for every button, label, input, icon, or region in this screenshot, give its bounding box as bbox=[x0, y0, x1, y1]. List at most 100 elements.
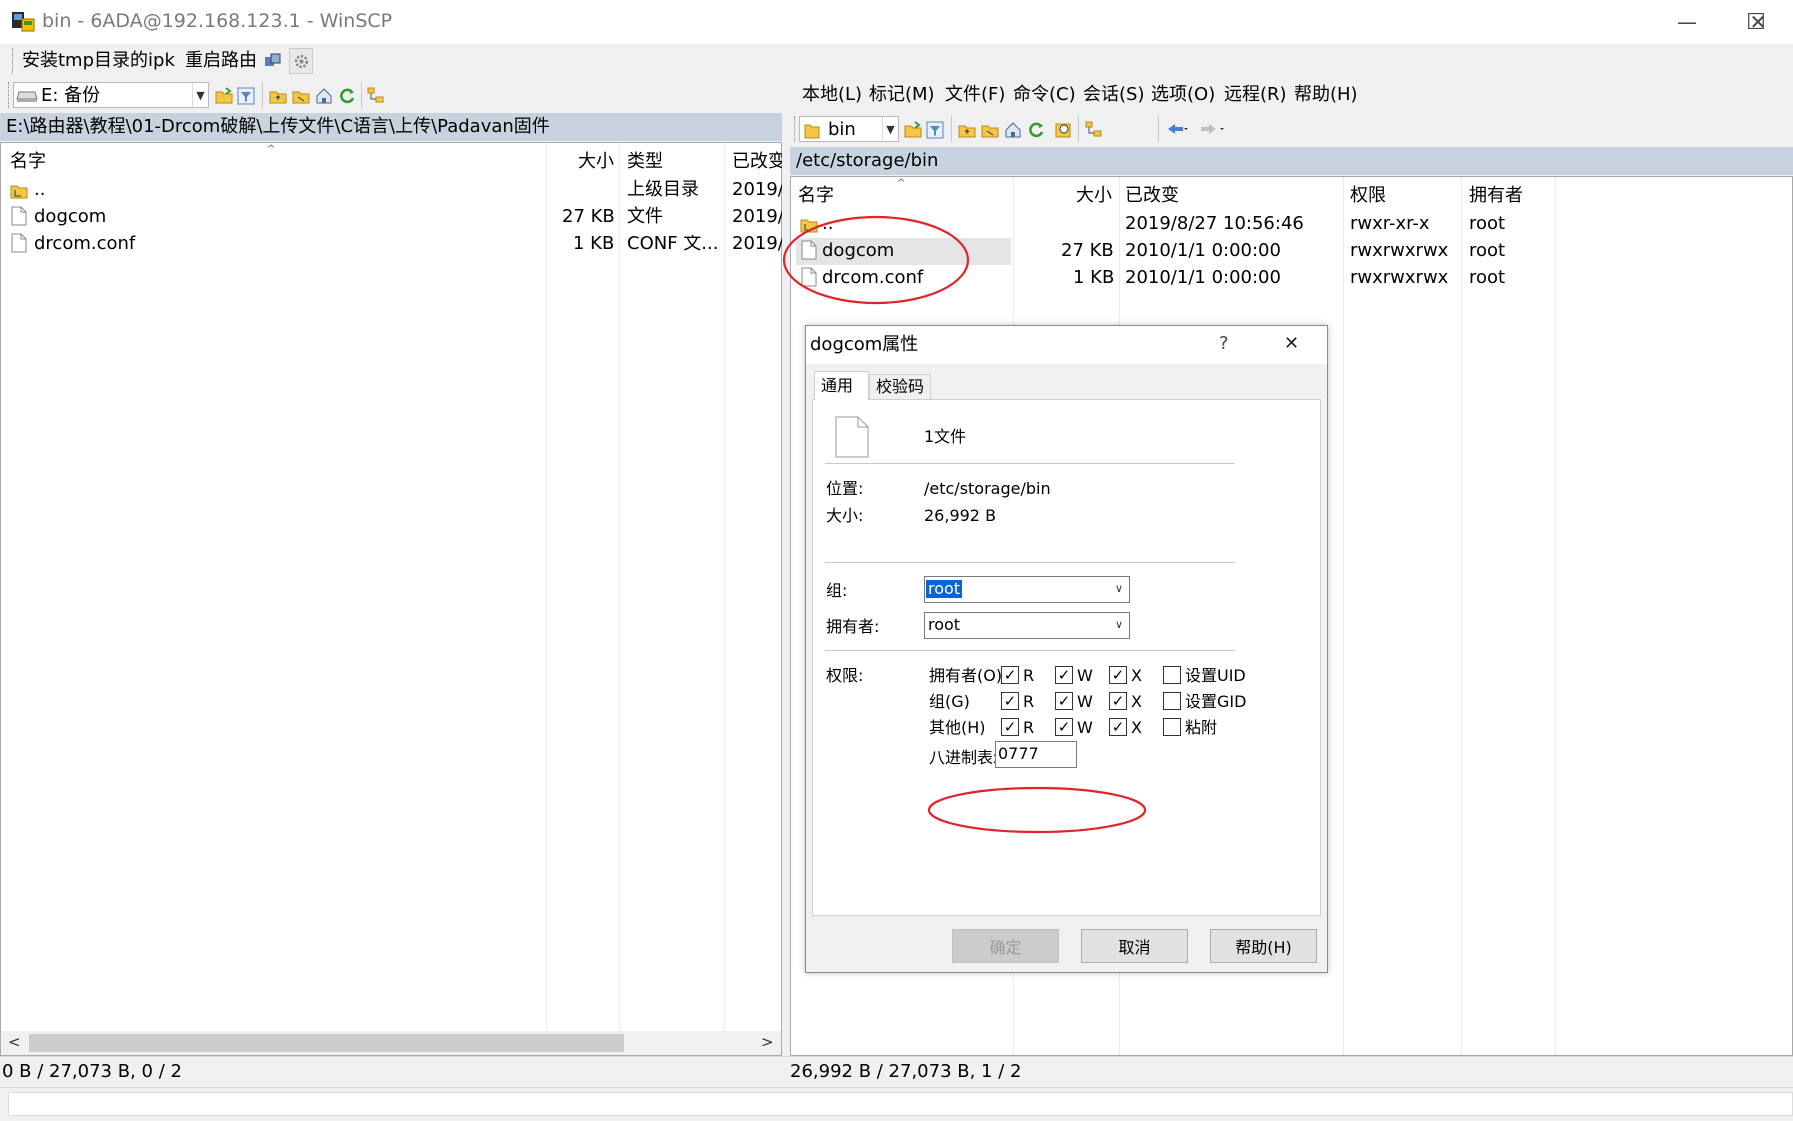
file-size: 1 KB bbox=[1073, 267, 1115, 288]
close-window-button[interactable]: ✕ bbox=[1723, 0, 1793, 44]
permission-checkbox-r[interactable]: ✓ bbox=[1001, 718, 1019, 736]
column-header-owner[interactable]: 拥有者 bbox=[1469, 187, 1523, 205]
owner-select[interactable]: root ∨ bbox=[924, 612, 1130, 639]
drive-selector[interactable]: E: 备份 ▼ bbox=[13, 82, 209, 108]
dialog-close-button[interactable]: ✕ bbox=[1284, 335, 1299, 353]
tab-checksum-label: 校验码 bbox=[876, 377, 925, 396]
column-divider bbox=[619, 143, 620, 1031]
file-type: CONF 文... bbox=[627, 235, 719, 253]
menu-session[interactable]: 会话(S) bbox=[1083, 86, 1144, 104]
scrollbar-thumb[interactable] bbox=[29, 1034, 624, 1052]
file-type: 文件 bbox=[627, 206, 663, 227]
column-header-name[interactable]: 名字 bbox=[798, 187, 834, 205]
home-icon[interactable] bbox=[314, 86, 334, 106]
permission-checkbox-r[interactable]: ✓ bbox=[1001, 666, 1019, 684]
open-folder-icon[interactable] bbox=[903, 120, 923, 140]
separator bbox=[1078, 116, 1079, 142]
permission-checkbox-w[interactable]: ✓ bbox=[1055, 666, 1073, 684]
scroll-right-icon[interactable]: > bbox=[761, 1035, 774, 1050]
menu-file[interactable]: 文件(F) bbox=[945, 86, 1005, 104]
permission-letter: R bbox=[1023, 666, 1035, 685]
horizontal-scrollbar[interactable]: < > bbox=[1, 1031, 781, 1055]
parent-directory-icon[interactable] bbox=[268, 86, 288, 106]
column-header-changed[interactable]: 已改变 bbox=[1125, 187, 1179, 205]
filter-icon[interactable] bbox=[925, 120, 945, 140]
file-name: dogcom bbox=[34, 206, 107, 227]
special-permission-checkbox[interactable] bbox=[1163, 666, 1181, 684]
command-line-area[interactable] bbox=[8, 1092, 1793, 1116]
help-button[interactable]: 帮助(H) bbox=[1210, 929, 1317, 963]
minimize-button[interactable]: — bbox=[1652, 0, 1722, 44]
open-folder-icon[interactable] bbox=[214, 86, 234, 106]
file-changed: 2010/1/1 0:00:00 bbox=[1125, 240, 1281, 261]
custom-command-icon[interactable] bbox=[264, 52, 282, 70]
column-divider bbox=[546, 143, 547, 1031]
menu-commands[interactable]: 命令(C) bbox=[1013, 86, 1076, 104]
column-header-changed[interactable]: 已改变 bbox=[732, 153, 786, 171]
menu-mark[interactable]: 标记(M) bbox=[869, 86, 935, 104]
owner-selected-value: root bbox=[928, 615, 961, 634]
permission-row-label: 拥有者(O) bbox=[929, 666, 1003, 685]
permission-checkbox-x[interactable]: ✓ bbox=[1109, 692, 1127, 710]
column-divider bbox=[1343, 177, 1344, 1055]
file-changed: 2010/1/1 0:00:00 bbox=[1125, 267, 1281, 288]
forward-arrow-icon[interactable] bbox=[1196, 122, 1226, 136]
permission-checkbox-x[interactable]: ✓ bbox=[1109, 666, 1127, 684]
local-file-panel[interactable]: 名字 ^ 大小 类型 已改变 .. 上级目录 2019/ dogcom 27 K… bbox=[0, 142, 786, 1056]
file-rights: rwxrwxrwx bbox=[1350, 240, 1449, 261]
group-select[interactable]: root ∨ bbox=[924, 576, 1130, 603]
menu-options[interactable]: 选项(O) bbox=[1151, 86, 1215, 104]
special-permission-checkbox[interactable] bbox=[1163, 718, 1181, 736]
scroll-left-icon[interactable]: < bbox=[8, 1035, 21, 1050]
preferences-button[interactable] bbox=[289, 48, 313, 74]
local-file-row[interactable]: .. 上级目录 2019/ bbox=[1, 177, 784, 204]
menu-local[interactable]: 本地(L) bbox=[802, 86, 862, 104]
custom-command-reboot-router[interactable]: 重启路由 bbox=[185, 52, 257, 70]
file-changed: 2019/ bbox=[732, 179, 784, 200]
file-name: drcom.conf bbox=[34, 233, 136, 254]
special-permission-checkbox[interactable] bbox=[1163, 692, 1181, 710]
permission-checkbox-x[interactable]: ✓ bbox=[1109, 718, 1127, 736]
special-permission-label: 设置UID bbox=[1185, 666, 1246, 685]
size-label: 大小: bbox=[826, 506, 864, 525]
tree-view-icon[interactable] bbox=[1084, 120, 1104, 140]
tab-general[interactable]: 通用 bbox=[814, 371, 869, 400]
tree-view-icon[interactable] bbox=[366, 86, 386, 106]
toolbar-grip bbox=[794, 116, 797, 142]
help-question-icon[interactable]: ? bbox=[1219, 335, 1229, 353]
sort-ascending-icon: ^ bbox=[897, 178, 906, 189]
remote-directory-selector[interactable]: bin ▼ bbox=[799, 116, 899, 142]
divider bbox=[825, 562, 1235, 563]
custom-command-install-ipk[interactable]: 安装tmp目录的ipk bbox=[22, 52, 175, 70]
chevron-down-icon: ∨ bbox=[1114, 618, 1123, 631]
column-header-name[interactable]: 名字 bbox=[10, 153, 46, 171]
root-directory-icon[interactable] bbox=[291, 86, 311, 106]
menu-help[interactable]: 帮助(H) bbox=[1294, 86, 1358, 104]
chevron-down-icon: ▼ bbox=[192, 83, 208, 107]
find-files-icon[interactable] bbox=[1054, 120, 1074, 140]
permission-checkbox-w[interactable]: ✓ bbox=[1055, 692, 1073, 710]
refresh-icon[interactable] bbox=[1026, 120, 1046, 140]
ok-button[interactable]: 确定 bbox=[952, 929, 1059, 963]
local-file-row[interactable]: dogcom 27 KB 文件 2019/ bbox=[1, 204, 784, 231]
back-arrow-icon[interactable] bbox=[1166, 122, 1188, 136]
home-icon[interactable] bbox=[1003, 120, 1023, 140]
column-header-rights[interactable]: 权限 bbox=[1350, 187, 1386, 205]
chevron-down-icon: ∨ bbox=[1114, 582, 1123, 595]
root-directory-icon[interactable] bbox=[980, 120, 1000, 140]
tab-checksum[interactable]: 校验码 bbox=[869, 374, 931, 399]
parent-directory-icon[interactable] bbox=[957, 120, 977, 140]
close-icon: ✕ bbox=[1749, 10, 1767, 34]
permission-checkbox-r[interactable]: ✓ bbox=[1001, 692, 1019, 710]
permissions-label: 权限: bbox=[826, 666, 864, 685]
column-header-size[interactable]: 大小 bbox=[1076, 187, 1112, 205]
column-header-size[interactable]: 大小 bbox=[578, 153, 614, 171]
permission-checkbox-w[interactable]: ✓ bbox=[1055, 718, 1073, 736]
menu-remote[interactable]: 远程(R) bbox=[1224, 86, 1287, 104]
octal-input[interactable]: 0777 bbox=[995, 741, 1077, 768]
local-file-row[interactable]: drcom.conf 1 KB CONF 文... 2019/ bbox=[1, 231, 784, 258]
column-header-type[interactable]: 类型 bbox=[627, 153, 663, 171]
filter-icon[interactable] bbox=[236, 86, 256, 106]
cancel-button[interactable]: 取消 bbox=[1081, 929, 1188, 963]
refresh-icon[interactable] bbox=[337, 86, 357, 106]
